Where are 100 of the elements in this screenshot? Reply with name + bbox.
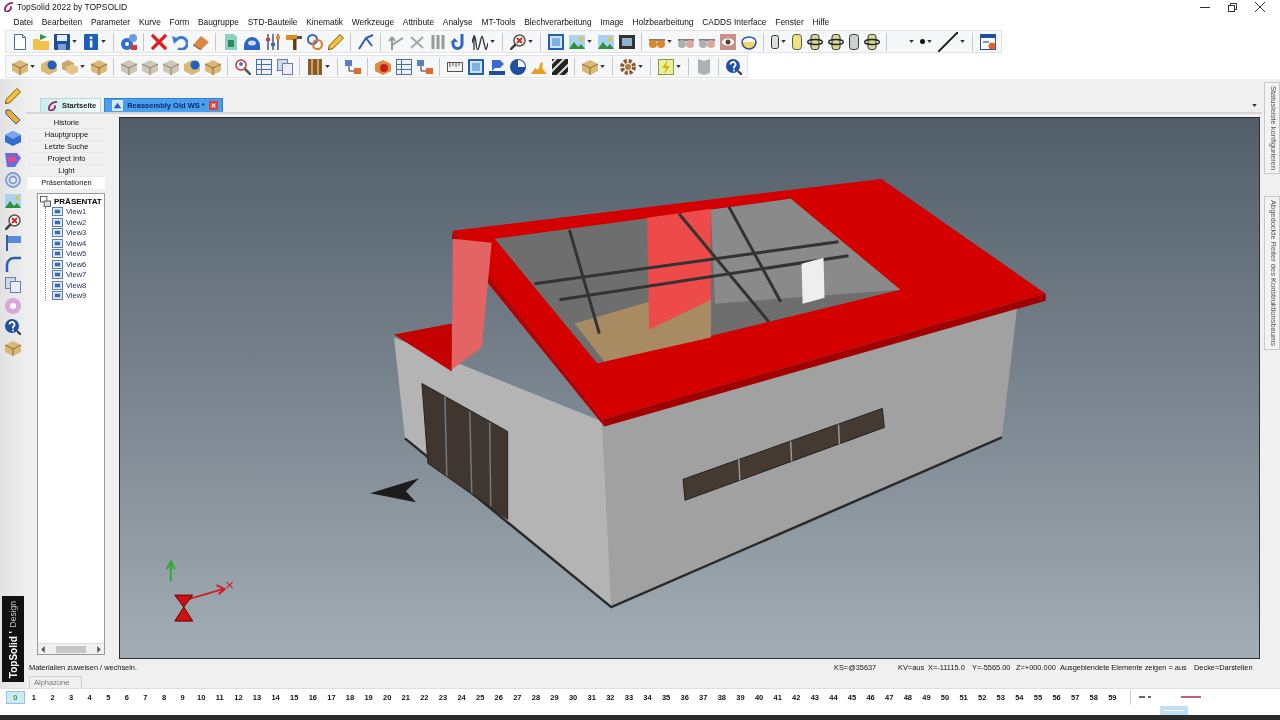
landscape-icon[interactable]	[597, 33, 614, 50]
paint-box-icon[interactable]	[374, 58, 391, 75]
menu-item[interactable]: CADDS Interface	[697, 16, 771, 27]
dropdown-caret-icon[interactable]	[600, 65, 605, 68]
dropdown-caret-icon[interactable]	[960, 40, 965, 43]
menu-item[interactable]: Bearbeiten	[37, 16, 87, 27]
view-icon[interactable]	[52, 249, 63, 259]
view-icon[interactable]	[52, 270, 63, 280]
cube-icon[interactable]	[5, 130, 21, 146]
menu-item[interactable]: Blechverarbeitung	[519, 16, 597, 27]
bars-icon[interactable]	[429, 33, 446, 50]
cylinder-disc-icon[interactable]	[806, 33, 823, 50]
folder-icon[interactable]	[32, 33, 49, 50]
pages-icon[interactable]	[5, 277, 21, 293]
view-icon[interactable]	[52, 217, 63, 227]
3d-viewport[interactable]	[119, 117, 1260, 659]
magnifier-icon[interactable]	[5, 214, 21, 230]
close-icon[interactable]	[1255, 2, 1265, 12]
table-icon[interactable]	[395, 58, 412, 75]
dropdown-caret-icon[interactable]	[676, 65, 681, 68]
hook-icon[interactable]	[450, 33, 467, 50]
box-icon[interactable]	[162, 58, 179, 75]
horizontal-scrollbar[interactable]	[38, 643, 104, 654]
dropdown-caret-icon[interactable]	[528, 40, 533, 43]
line-icon[interactable]	[937, 31, 958, 52]
box-icon[interactable]	[141, 58, 158, 75]
box-icon[interactable]	[90, 58, 107, 75]
cross-icon[interactable]	[150, 33, 167, 50]
help-icon[interactable]	[5, 319, 21, 335]
dot-icon[interactable]	[919, 39, 925, 44]
frame-icon[interactable]	[467, 58, 484, 75]
curved-arrow-icon[interactable]	[171, 33, 188, 50]
pencil-icon[interactable]	[327, 33, 344, 50]
gears-icon[interactable]	[120, 33, 137, 50]
box-icon[interactable]	[11, 58, 28, 75]
tool-icon[interactable]	[488, 58, 505, 75]
swap-icon[interactable]	[344, 58, 361, 75]
magnifier-icon[interactable]	[509, 33, 526, 50]
curve-icon[interactable]	[5, 256, 21, 272]
dropdown-caret-icon[interactable]	[909, 40, 914, 43]
dropdown-caret-icon[interactable]	[325, 65, 330, 68]
view-icon[interactable]	[52, 291, 63, 301]
hammer-icon[interactable]	[285, 33, 302, 50]
view-icon[interactable]	[52, 207, 63, 217]
box-icon[interactable]	[120, 58, 137, 75]
tag-icon[interactable]	[5, 151, 21, 167]
menu-item[interactable]: STD-Bauteile	[243, 16, 302, 27]
menu-item[interactable]: Kinematik	[301, 16, 348, 27]
menu-item[interactable]: Attribute	[398, 16, 439, 27]
pen-icon[interactable]	[5, 109, 21, 125]
dropdown-caret-icon[interactable]	[1252, 103, 1257, 107]
help-icon[interactable]	[725, 58, 742, 75]
menu-item[interactable]: Hilfe	[808, 16, 834, 27]
minimize-icon[interactable]	[1200, 6, 1210, 8]
branch-icon[interactable]	[357, 33, 374, 50]
swatch-icon[interactable]	[1160, 705, 1188, 715]
dropdown-caret-icon[interactable]	[667, 40, 672, 43]
landscape-icon[interactable]	[5, 193, 21, 209]
cylinder-disc-icon[interactable]	[827, 33, 844, 50]
box-info-icon[interactable]	[183, 58, 200, 75]
dash-icon[interactable]	[1139, 696, 1151, 698]
tree-item[interactable]: PRÄSENTAT	[54, 196, 102, 206]
swap-icon[interactable]	[416, 58, 433, 75]
scroll-left-icon[interactable]	[41, 645, 45, 653]
menu-item[interactable]: Image	[596, 16, 629, 27]
film-icon[interactable]	[618, 33, 635, 50]
cylinder-icon[interactable]	[791, 33, 802, 50]
cylinder-icon[interactable]	[848, 33, 859, 50]
frame-icon[interactable]	[547, 33, 564, 50]
dropdown-caret-icon[interactable]	[781, 40, 786, 43]
table-icon[interactable]	[255, 58, 272, 75]
info-icon[interactable]	[82, 33, 99, 50]
wave-icon[interactable]	[471, 33, 488, 50]
sliders-icon[interactable]	[264, 33, 281, 50]
dropdown-caret-icon[interactable]	[927, 40, 932, 43]
hatch-icon[interactable]	[551, 58, 568, 75]
dropdown-caret-icon[interactable]	[80, 65, 85, 68]
view-icon[interactable]	[52, 280, 63, 290]
box-icon[interactable]	[581, 58, 598, 75]
dropdown-caret-icon[interactable]	[587, 40, 592, 43]
scroll-right-icon[interactable]	[97, 645, 101, 653]
dropdown-caret-icon[interactable]	[490, 40, 495, 43]
pencil-icon[interactable]	[5, 88, 21, 104]
dropdown-caret-icon[interactable]	[72, 40, 77, 43]
menu-item[interactable]: Werkzeuge	[347, 16, 399, 27]
menu-item[interactable]: Datei	[9, 16, 38, 27]
landscape-icon[interactable]	[568, 33, 585, 50]
menu-item[interactable]: Kurve	[134, 16, 166, 27]
document-icon[interactable]	[222, 33, 239, 50]
window-icon[interactable]	[979, 33, 996, 50]
half-disc-icon[interactable]	[740, 33, 757, 50]
box-icon[interactable]	[204, 58, 221, 75]
box-icon[interactable]	[5, 340, 21, 356]
view-icon[interactable]	[52, 238, 63, 248]
menu-item[interactable]: Fenster	[770, 16, 809, 27]
view-icon[interactable]	[52, 259, 63, 269]
cylinder-icon[interactable]	[770, 34, 779, 49]
scrollbar-thumb[interactable]	[56, 645, 86, 653]
menu-item[interactable]: MT-Tools	[477, 16, 520, 27]
document-icon[interactable]	[11, 33, 28, 50]
